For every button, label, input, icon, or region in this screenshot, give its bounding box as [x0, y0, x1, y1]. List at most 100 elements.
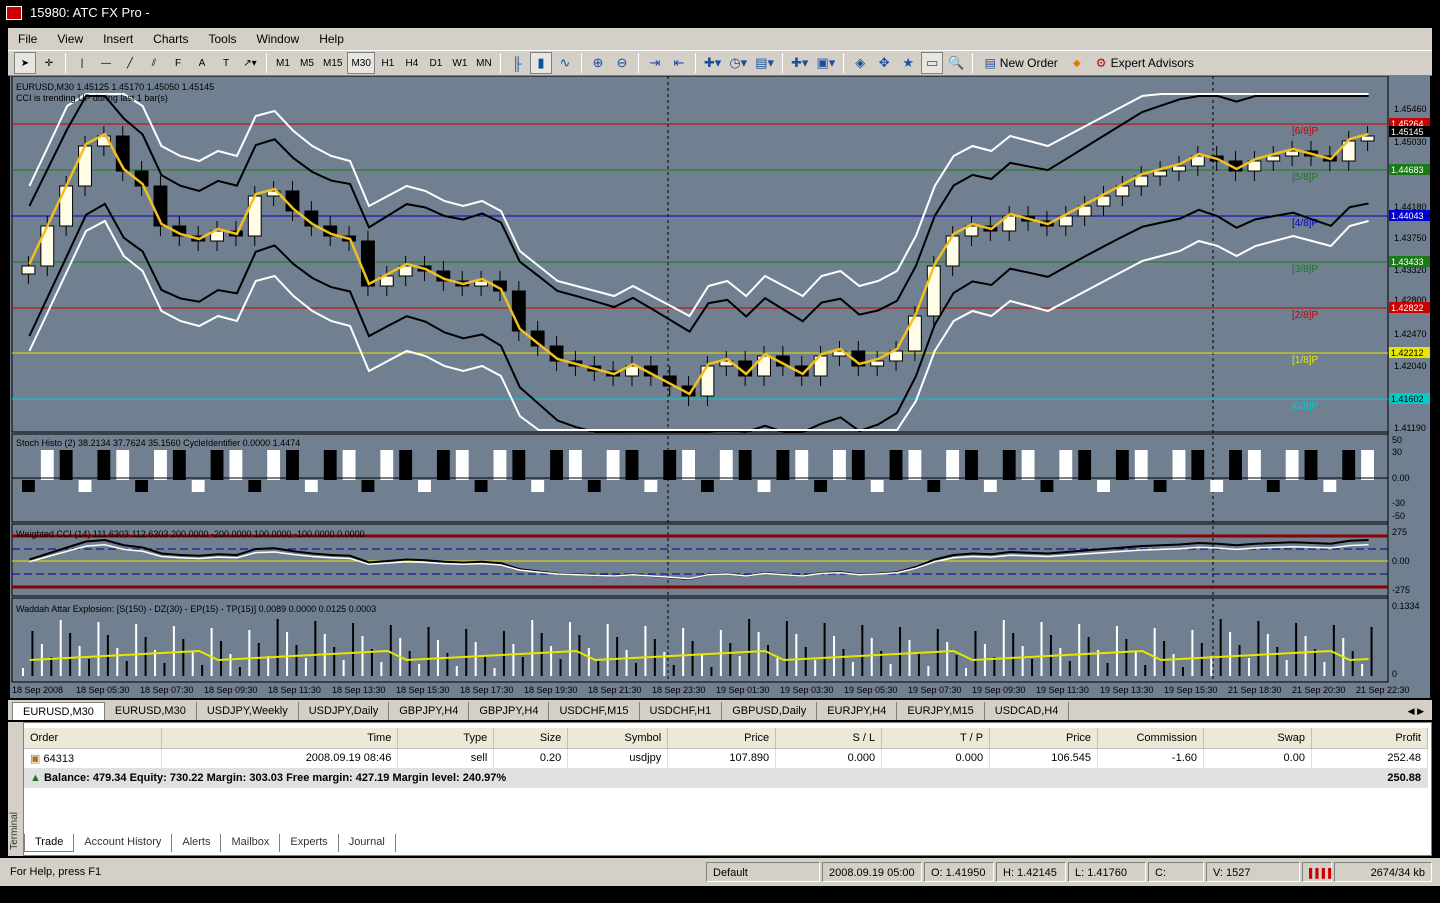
chart-tab[interactable]: EURUSD,M30 [105, 702, 197, 720]
chart-tab[interactable]: USDJPY,Weekly [197, 702, 299, 720]
data-window-icon[interactable]: ✥ [873, 52, 895, 74]
waddah-bar [135, 624, 138, 676]
profiles-icon[interactable]: ▣▾ [813, 52, 838, 74]
timeframe-m30-button[interactable]: M30 [347, 52, 375, 74]
waddah-bar [597, 661, 600, 676]
col-order[interactable]: Order [24, 728, 163, 749]
stoch-bar [474, 480, 488, 492]
timeframe-d1-button[interactable]: D1 [425, 52, 447, 74]
col-type[interactable]: Type [397, 728, 495, 749]
timeframe-h1-button[interactable]: H1 [377, 52, 399, 74]
menu-view[interactable]: View [47, 28, 93, 50]
chart-shift-icon[interactable]: ⇤ [668, 52, 690, 74]
new-order-button[interactable]: ▤ New Order [978, 52, 1063, 74]
menu-charts[interactable]: Charts [143, 28, 198, 50]
candlestick-icon[interactable]: ▮ [529, 52, 552, 74]
fibonacci-icon[interactable]: F [167, 52, 189, 74]
tab-mailbox[interactable]: Mailbox [221, 834, 281, 852]
menu-file[interactable]: File [8, 28, 47, 50]
chart-tab[interactable]: USDJPY,Daily [299, 702, 390, 720]
stoch-bar [455, 450, 469, 480]
chart-tab[interactable]: EURUSD,M30 [12, 702, 105, 720]
chart-tab[interactable]: EURJPY,M15 [897, 702, 985, 720]
vertical-line-icon[interactable]: | [71, 52, 93, 74]
chart-tab[interactable]: USDCHF,H1 [640, 702, 723, 720]
line-chart-icon[interactable]: ∿ [554, 52, 576, 74]
tab-account-history[interactable]: Account History [74, 834, 173, 852]
time-tick: 18 Sep 05:30 [76, 685, 130, 695]
waddah-bar [1106, 663, 1109, 676]
channel-icon[interactable]: ⫽ [143, 52, 165, 74]
waddah-bar [578, 635, 581, 676]
menu-help[interactable]: Help [309, 28, 354, 50]
col-swap[interactable]: Swap [1203, 728, 1312, 749]
col-profit[interactable]: Profit [1311, 728, 1429, 749]
menu-insert[interactable]: Insert [93, 28, 143, 50]
indicators-icon[interactable]: ✚▾ [701, 52, 724, 74]
tab-scroll-arrows[interactable]: ◀ ▶ [1400, 706, 1432, 720]
stoch-bar [1134, 450, 1148, 480]
arrows-tool-icon[interactable]: ↗▾ [239, 52, 261, 74]
expert-advisors-button[interactable]: ⚙ Expert Advisors [1090, 52, 1200, 74]
col-commission[interactable]: Commission [1097, 728, 1204, 749]
col-symbol[interactable]: Symbol [567, 728, 669, 749]
col-tp[interactable]: T / P [881, 728, 991, 749]
bar-chart-icon[interactable]: ╟ [506, 52, 528, 74]
waddah-bar [634, 663, 637, 676]
app-icon [6, 6, 22, 20]
text-tool-icon[interactable]: A [191, 52, 213, 74]
zoom-in-icon[interactable]: ⊕ [587, 52, 609, 74]
cursor-tool-icon[interactable]: ➤ [14, 52, 36, 74]
chart-tab[interactable]: USDCHF,M15 [549, 702, 640, 720]
col-time[interactable]: Time [161, 728, 399, 749]
chart-tab[interactable]: GBPJPY,H4 [469, 702, 550, 720]
col-size[interactable]: Size [493, 728, 569, 749]
crosshair-tool-icon[interactable]: ✛ [38, 52, 60, 74]
chart-tab[interactable]: USDCAD,H4 [985, 702, 1070, 720]
navigator-icon[interactable]: ★ [897, 52, 919, 74]
timeframe-w1-button[interactable]: W1 [449, 52, 471, 74]
stoch-bar [983, 480, 997, 492]
chart-window[interactable]: [6/8]P [5/8]P [4/8]P [3/8]P [2/8]P [1/8]P [0/8… [10, 76, 1430, 698]
tab-trade[interactable]: Trade [24, 834, 75, 852]
chart-tab[interactable]: GBPUSD,Daily [722, 702, 818, 720]
time-tick: 19 Sep 13:30 [1100, 685, 1154, 695]
col-price[interactable]: Price [667, 728, 777, 749]
chart-symbol-info: EURUSD,M30 1.45125 1.45170 1.45050 1.451… [16, 82, 215, 92]
timeframe-m5-button[interactable]: M5 [296, 52, 318, 74]
order-tp: 0.000 [881, 748, 991, 768]
timeframe-h4-button[interactable]: H4 [401, 52, 423, 74]
tab-alerts[interactable]: Alerts [172, 834, 222, 852]
order-time: 2008.09.19 08:46 [161, 748, 399, 768]
metaeditor-icon[interactable]: ◆ [1066, 52, 1088, 74]
new-chart-icon[interactable]: ✚▾ [788, 52, 811, 74]
horizontal-line-icon[interactable]: — [95, 52, 117, 74]
order-row[interactable]: ▣ 64313 2008.09.19 08:46 sell 0.20 usdjp… [24, 748, 1429, 768]
tab-journal[interactable]: Journal [339, 834, 396, 852]
col-sl[interactable]: S / L [775, 728, 883, 749]
col-current-price[interactable]: Price [989, 728, 1099, 749]
strategy-tester-icon[interactable]: 🔍 [945, 52, 967, 74]
timeframe-mn-button[interactable]: MN [473, 52, 495, 74]
trendline-icon[interactable]: ╱ [119, 52, 141, 74]
status-profile[interactable]: Default [706, 862, 820, 882]
periods-icon[interactable]: ◷▾ [726, 52, 750, 74]
zoom-out-icon[interactable]: ⊖ [611, 52, 633, 74]
timeframe-m15-button[interactable]: M15 [320, 52, 345, 74]
text-label-icon[interactable]: T [215, 52, 237, 74]
waddah-bar [257, 643, 260, 676]
autoscroll-icon[interactable]: ⇥ [644, 52, 666, 74]
waddah-bar [408, 651, 411, 676]
tab-experts[interactable]: Experts [280, 834, 339, 852]
terminal-icon[interactable]: ▭ [921, 52, 944, 74]
market-watch-icon[interactable]: ◈ [849, 52, 871, 74]
stoch-bar [1361, 450, 1374, 480]
menu-tools[interactable]: Tools [199, 28, 247, 50]
templates-icon[interactable]: ▤▾ [752, 52, 777, 74]
menu-window[interactable]: Window [247, 28, 310, 50]
waddah-bar [1229, 632, 1232, 676]
chart-tab[interactable]: GBPJPY,H4 [389, 702, 470, 720]
timeframe-m1-button[interactable]: M1 [272, 52, 294, 74]
waddah-bar [182, 639, 185, 676]
chart-tab[interactable]: EURJPY,H4 [817, 702, 898, 720]
